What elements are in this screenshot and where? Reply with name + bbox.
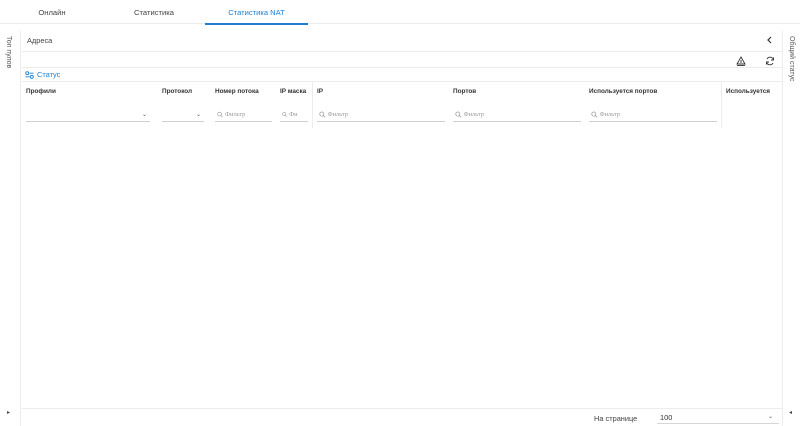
search-icon bbox=[282, 112, 287, 117]
column-title: Профили bbox=[26, 88, 56, 95]
ip-filter[interactable] bbox=[317, 108, 445, 122]
ports-used-filter[interactable] bbox=[589, 108, 717, 122]
per-page-value: 100 bbox=[660, 413, 673, 422]
chevron-down-icon: ⌄ bbox=[767, 414, 773, 420]
panel-header: Адреса bbox=[22, 31, 782, 52]
top-pools-rail-label[interactable]: Топ пулов bbox=[5, 36, 12, 68]
tab-bar: Онлайн Статистика Статистика NAT bbox=[0, 0, 800, 25]
status-link-label: Статус bbox=[37, 70, 61, 79]
column-stream-number: Номер потока bbox=[211, 82, 276, 128]
left-side-rail: Топ пулов ▸ bbox=[0, 31, 21, 426]
search-icon bbox=[591, 111, 598, 118]
ip-filter-input[interactable] bbox=[327, 111, 445, 118]
stream-number-filter[interactable] bbox=[215, 108, 272, 122]
chevron-down-icon: ⌄ bbox=[195, 112, 201, 118]
stream-number-filter-input[interactable] bbox=[224, 111, 272, 118]
expand-right-arrow-icon[interactable]: ◂ bbox=[789, 409, 792, 416]
per-page-select[interactable]: 100 ⌄ bbox=[657, 411, 779, 424]
search-icon bbox=[217, 111, 223, 118]
status-row: Статус bbox=[22, 68, 782, 82]
tab-nat-statistics[interactable]: Статистика NAT bbox=[205, 0, 308, 25]
column-title: Номер потока bbox=[215, 88, 259, 95]
right-side-rail: Общий статус ◂ bbox=[782, 31, 800, 426]
protocol-filter-select[interactable]: ⌄ bbox=[162, 109, 204, 122]
settings-sliders-icon bbox=[25, 70, 34, 79]
ports-filter-input[interactable] bbox=[463, 111, 581, 118]
chevron-down-icon: ⌄ bbox=[141, 112, 147, 118]
ip-mask-filter[interactable] bbox=[280, 108, 308, 122]
column-ports-used: Используется портов bbox=[585, 82, 721, 128]
search-icon bbox=[455, 111, 462, 118]
chevron-left-icon[interactable] bbox=[766, 36, 774, 46]
column-ports: Портов bbox=[449, 82, 585, 128]
column-used: Используется bbox=[721, 82, 782, 128]
column-title: Используется bbox=[726, 88, 771, 95]
general-status-rail-label[interactable]: Общий статус bbox=[788, 36, 795, 82]
status-link[interactable]: Статус bbox=[25, 70, 60, 79]
column-title: Портов bbox=[453, 88, 477, 95]
column-ip-mask: IP маска bbox=[276, 82, 312, 128]
profiles-filter-select[interactable]: ⌄ bbox=[26, 109, 150, 122]
column-title: IP маска bbox=[280, 88, 307, 95]
column-title: Используется портов bbox=[589, 88, 658, 95]
grid-header: Профили ⌄ Протокол ⌄ Номер потока IP мас… bbox=[22, 82, 782, 128]
export-icon[interactable] bbox=[735, 54, 747, 66]
grid-toolbar bbox=[22, 52, 782, 68]
column-title: Протокол bbox=[162, 88, 193, 95]
grid-footer: На странице 100 ⌄ bbox=[22, 408, 782, 426]
ports-used-filter-input[interactable] bbox=[599, 111, 717, 118]
refresh-icon[interactable] bbox=[764, 54, 776, 66]
ip-mask-filter-input[interactable] bbox=[289, 111, 308, 118]
tab-online[interactable]: Онлайн bbox=[22, 0, 82, 24]
column-title: IP bbox=[317, 88, 324, 95]
expand-left-arrow-icon[interactable]: ▸ bbox=[7, 409, 10, 416]
panel-title: Адреса bbox=[27, 36, 53, 45]
ports-filter[interactable] bbox=[453, 108, 581, 122]
column-protocol: Протокол ⌄ bbox=[158, 82, 211, 128]
per-page-label: На странице bbox=[594, 414, 638, 423]
search-icon bbox=[319, 111, 326, 118]
tab-statistics[interactable]: Статистика bbox=[120, 0, 188, 24]
column-ip: IP bbox=[312, 82, 449, 128]
column-profiles: Профили ⌄ bbox=[22, 82, 158, 128]
